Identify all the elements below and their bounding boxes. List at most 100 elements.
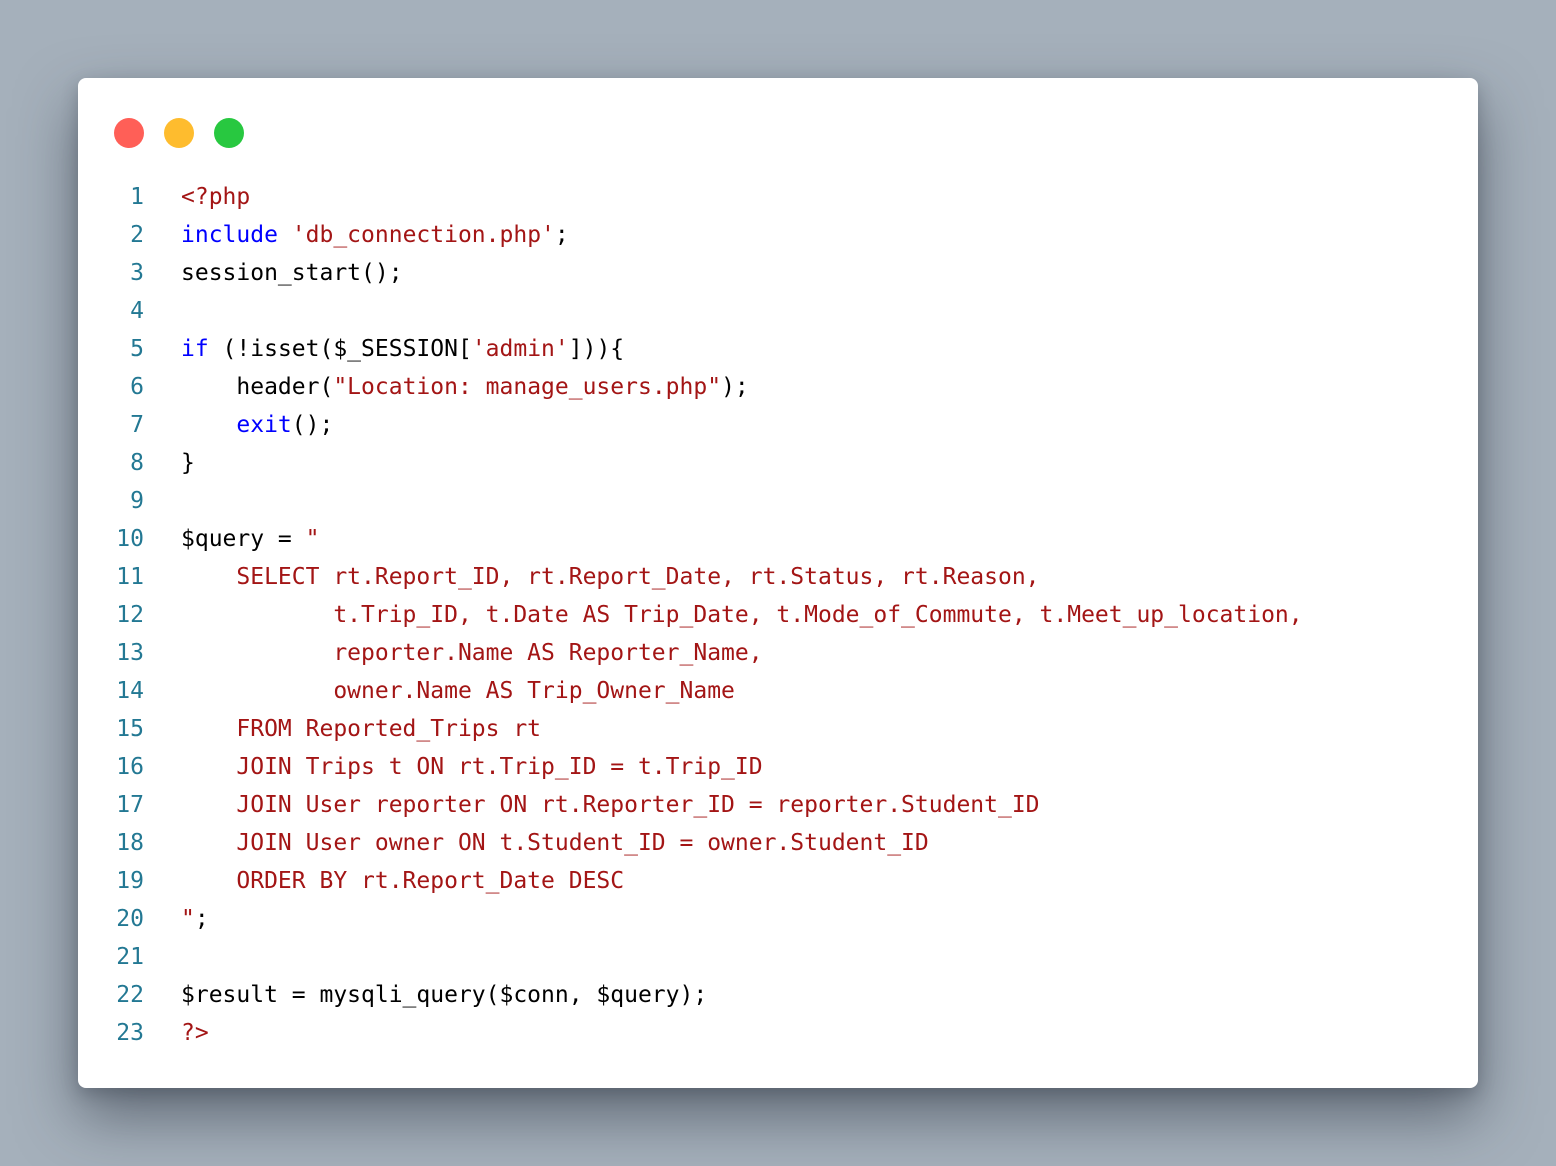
- line-number: 14: [116, 678, 144, 704]
- code-token-default: ();: [291, 412, 334, 438]
- code-token-string: ": [305, 526, 320, 552]
- code-text: session_start();: [144, 254, 403, 292]
- code-text: if (!isset($_SESSION['admin'])){: [144, 330, 624, 368]
- line-number: 23: [116, 1020, 144, 1046]
- line-number: 18: [116, 830, 144, 856]
- code-text: ?>: [144, 1014, 209, 1052]
- code-text: $query = ": [144, 520, 319, 558]
- code-line: 1 <?php: [78, 178, 1478, 216]
- code-text: t.Trip_ID, t.Date AS Trip_Date, t.Mode_o…: [144, 596, 1303, 634]
- line-number: 3: [130, 260, 144, 286]
- line-number: 13: [116, 640, 144, 666]
- line-number: 21: [116, 944, 144, 970]
- code-line: 18 JOIN User owner ON t.Student_ID = own…: [78, 824, 1478, 862]
- line-number: 8: [130, 450, 144, 476]
- code-token-default: ;: [194, 906, 209, 932]
- line-number: 7: [130, 412, 144, 438]
- code-line: 13 reporter.Name AS Reporter_Name,: [78, 634, 1478, 672]
- code-token-default: [278, 222, 292, 248]
- code-token-string: FROM Reported_Trips rt: [181, 716, 542, 742]
- code-line: 20 ";: [78, 900, 1478, 938]
- code-token-string: reporter.Name AS Reporter_Name,: [181, 640, 763, 666]
- code-line: 8}: [78, 444, 1478, 482]
- code-token-default: $query =: [181, 526, 306, 552]
- code-line: 14 owner.Name AS Trip_Owner_Name: [78, 672, 1478, 710]
- code-token-string: t.Trip_ID, t.Date AS Trip_Date, t.Mode_o…: [181, 602, 1303, 628]
- code-token-default: );: [721, 374, 749, 400]
- code-line: 9: [78, 482, 1478, 520]
- code-token-string: "Location: manage_users.php": [333, 374, 722, 400]
- code-text: }: [144, 444, 195, 482]
- line-number: 17: [116, 792, 144, 818]
- code-token-default: ])){: [568, 336, 625, 362]
- code-text: SELECT rt.Report_ID, rt.Report_Date, rt.…: [144, 558, 1039, 596]
- code-line: 5 if (!isset($_SESSION['admin'])){: [78, 330, 1478, 368]
- line-number: 15: [116, 716, 144, 742]
- code-line: 17 JOIN User reporter ON rt.Reporter_ID …: [78, 786, 1478, 824]
- code-token-string: ?>: [181, 1020, 209, 1046]
- code-text: <?php: [144, 178, 250, 216]
- line-number: 11: [116, 564, 144, 590]
- code-token-default: session_start();: [181, 260, 403, 286]
- line-number: 4: [130, 298, 144, 324]
- maximize-dot[interactable]: [214, 118, 244, 148]
- code-line: 3 session_start();: [78, 254, 1478, 292]
- code-text: reporter.Name AS Reporter_Name,: [144, 634, 763, 672]
- code-token-default: (!isset($_SESSION[: [208, 336, 472, 362]
- minimize-dot[interactable]: [164, 118, 194, 148]
- code-line: 7 exit();: [78, 406, 1478, 444]
- code-token-keyword: include: [181, 222, 278, 248]
- line-number: 16: [116, 754, 144, 780]
- code-line: 23 ?>: [78, 1014, 1478, 1052]
- code-text: FROM Reported_Trips rt: [144, 710, 541, 748]
- line-number: 19: [116, 868, 144, 894]
- code-line: 15 FROM Reported_Trips rt: [78, 710, 1478, 748]
- line-number: 12: [116, 602, 144, 628]
- code-window: 1 <?php 2 include 'db_connection.php'; 3 sess…: [78, 78, 1478, 1088]
- code-line: 22 $result = mysqli_query($conn, $query);: [78, 976, 1478, 1014]
- code-text: include 'db_connection.php';: [144, 216, 569, 254]
- code-text: JOIN Trips t ON rt.Trip_ID = t.Trip_ID: [144, 748, 763, 786]
- code-line: 2 include 'db_connection.php';: [78, 216, 1478, 254]
- code-text: $result = mysqli_query($conn, $query);: [144, 976, 707, 1014]
- code-token-default: $result = mysqli_query($conn, $query);: [181, 982, 708, 1008]
- code-line: 6 header("Location: manage_users.php");: [78, 368, 1478, 406]
- code-text: exit();: [144, 406, 333, 444]
- code-text: header("Location: manage_users.php");: [144, 368, 749, 406]
- code-token-string: 'db_connection.php': [291, 222, 555, 248]
- line-number: 10: [116, 526, 144, 552]
- code-text: JOIN User owner ON t.Student_ID = owner.…: [144, 824, 929, 862]
- code-token-string: 'admin': [471, 336, 569, 362]
- line-number: 6: [130, 374, 144, 400]
- window-controls: [114, 118, 244, 148]
- code-line: 19 ORDER BY rt.Report_Date DESC: [78, 862, 1478, 900]
- line-number: 9: [130, 488, 144, 514]
- code-line: 21: [78, 938, 1478, 976]
- code-token-keyword: exit: [236, 412, 292, 438]
- code-line: 10 $query = ": [78, 520, 1478, 558]
- code-token-string: JOIN Trips t ON rt.Trip_ID = t.Trip_ID: [181, 754, 763, 780]
- close-dot[interactable]: [114, 118, 144, 148]
- code-token-default: header(: [181, 374, 334, 400]
- line-number: 2: [130, 222, 144, 248]
- code-token-string: ORDER BY rt.Report_Date DESC: [181, 868, 625, 894]
- code-token-string: <?php: [181, 184, 251, 210]
- code-text: owner.Name AS Trip_Owner_Name: [144, 672, 735, 710]
- code-line: 16 JOIN Trips t ON rt.Trip_ID = t.Trip_I…: [78, 748, 1478, 786]
- line-number: 22: [116, 982, 144, 1008]
- code-line: 4: [78, 292, 1478, 330]
- code-token-string: JOIN User owner ON t.Student_ID = owner.…: [181, 830, 929, 856]
- code-line: 11 SELECT rt.Report_ID, rt.Report_Date, …: [78, 558, 1478, 596]
- code-token-string: owner.Name AS Trip_Owner_Name: [181, 678, 735, 704]
- line-number: 20: [116, 906, 144, 932]
- code-block: 1 <?php 2 include 'db_connection.php'; 3 sess…: [78, 178, 1478, 1052]
- code-text: ";: [144, 900, 209, 938]
- code-token-default: }: [181, 450, 195, 476]
- code-token-string: JOIN User reporter ON rt.Reporter_ID = r…: [181, 792, 1040, 818]
- code-text: JOIN User reporter ON rt.Reporter_ID = r…: [144, 786, 1040, 824]
- code-token-keyword: if: [181, 336, 209, 362]
- line-number: 1: [130, 184, 144, 210]
